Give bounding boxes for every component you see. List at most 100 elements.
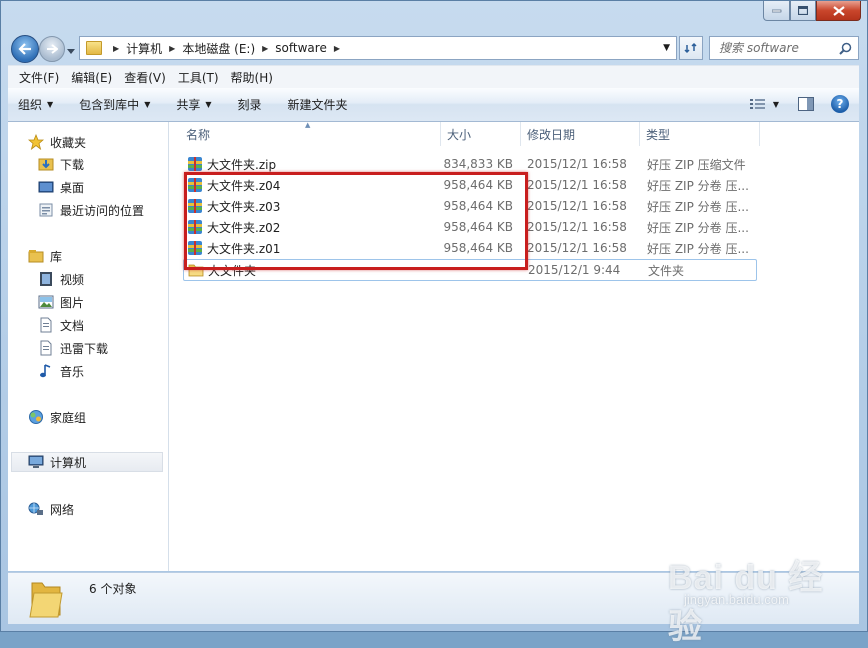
computer-icon — [28, 454, 44, 470]
nav-pictures[interactable]: 图片 — [38, 292, 84, 312]
navigation-pane: 收藏夹 下载 桌面 最近访问的位置 库 视频 图片 文档 迅雷下载 音乐 家庭组… — [8, 122, 169, 571]
include-in-library-button[interactable]: 包含到库中 ▼ — [79, 96, 150, 113]
command-bar: 组织 ▼ 包含到库中 ▼ 共享 ▼ 刻录 新建文件夹 ▼ ? — [8, 88, 859, 122]
file-name-cell: 大文件夹.z01 — [187, 238, 437, 258]
nav-network[interactable]: 网络 — [28, 499, 74, 519]
file-type: 好压 ZIP 分卷 压... — [647, 178, 749, 193]
chevron-right-icon[interactable]: ▶ — [169, 44, 175, 53]
menu-help[interactable]: 帮助(H) — [230, 67, 274, 88]
address-history-dropdown[interactable]: ▼ — [663, 43, 670, 53]
file-date: 2015/12/1 16:58 — [527, 241, 627, 255]
file-type: 文件夹 — [648, 263, 685, 278]
breadcrumb-computer[interactable]: 计算机 — [126, 40, 162, 57]
column-header-size[interactable]: 大小 — [441, 122, 521, 146]
organize-button[interactable]: 组织 ▼ — [18, 96, 53, 113]
file-date: 2015/12/1 16:58 — [527, 220, 627, 234]
table-row[interactable]: 大文件夹.z03 958,464 KB 2015/12/1 16:58 好压 Z… — [183, 196, 757, 216]
menu-view[interactable]: 查看(V) — [123, 67, 167, 88]
star-icon — [28, 134, 44, 150]
nav-desktop[interactable]: 桌面 — [38, 177, 84, 197]
nav-libraries[interactable]: 库 — [28, 246, 62, 266]
nav-pictures-label: 图片 — [60, 295, 85, 310]
table-row[interactable]: 大文件夹.z01 958,464 KB 2015/12/1 16:58 好压 Z… — [183, 238, 757, 258]
file-name-cell: 大文件夹.z02 — [187, 217, 437, 237]
file-name: 大文件夹.z01 — [207, 241, 281, 256]
close-button[interactable] — [816, 1, 861, 21]
chevron-right-icon[interactable]: ▶ — [113, 44, 119, 53]
file-type: 好压 ZIP 分卷 压... — [647, 241, 749, 256]
video-icon — [38, 271, 54, 287]
chevron-right-icon[interactable]: ▶ — [262, 44, 268, 53]
breadcrumb-software[interactable]: software — [275, 41, 327, 55]
table-row[interactable]: 大文件夹.z02 958,464 KB 2015/12/1 16:58 好压 Z… — [183, 217, 757, 237]
column-header-date[interactable]: 修改日期 — [521, 122, 640, 146]
menu-edit[interactable]: 编辑(E) — [70, 67, 113, 88]
file-name: 大文件夹.z02 — [207, 220, 281, 235]
burn-button[interactable]: 刻录 — [238, 96, 262, 113]
column-header-type[interactable]: 类型 — [640, 122, 760, 146]
nav-network-label: 网络 — [50, 502, 75, 517]
archive-icon — [188, 220, 202, 234]
nav-videos[interactable]: 视频 — [38, 269, 84, 289]
menu-tools[interactable]: 工具(T) — [177, 67, 220, 88]
minimize-button[interactable] — [763, 1, 790, 21]
archive-icon — [188, 157, 202, 171]
chevron-right-icon[interactable]: ▶ — [334, 44, 340, 53]
back-button[interactable] — [11, 35, 39, 63]
nav-music[interactable]: 音乐 — [38, 361, 84, 381]
nav-downloads[interactable]: 下载 — [38, 154, 84, 174]
column-header-name[interactable]: 名称 — [169, 122, 441, 146]
nav-computer-label: 计算机 — [50, 455, 87, 470]
table-row[interactable]: 大文件夹.z04 958,464 KB 2015/12/1 16:58 好压 Z… — [183, 175, 757, 195]
file-date: 2015/12/1 16:58 — [527, 157, 627, 171]
column-header-type-label: 类型 — [646, 127, 671, 142]
breadcrumb-local-disk[interactable]: 本地磁盘 (E:) — [182, 40, 255, 57]
nav-downloads-label: 下载 — [60, 157, 85, 172]
address-bar[interactable]: ▶ 计算机 ▶ 本地磁盘 (E:) ▶ software ▶ ▼ — [79, 36, 677, 60]
maximize-button[interactable] — [790, 1, 816, 21]
file-name: 大文件夹.zip — [207, 157, 277, 172]
share-button[interactable]: 共享 ▼ — [176, 96, 211, 113]
new-folder-label: 新建文件夹 — [287, 98, 348, 112]
help-button[interactable]: ? — [831, 95, 849, 113]
menu-file[interactable]: 文件(F) — [18, 67, 60, 88]
include-in-library-label: 包含到库中 — [79, 98, 140, 112]
file-name: 大文件夹 — [208, 263, 257, 278]
table-row[interactable]: 大文件夹.zip 834,833 KB 2015/12/1 16:58 好压 Z… — [183, 154, 757, 174]
view-options-dropdown[interactable]: ▼ — [773, 100, 779, 109]
nav-music-label: 音乐 — [60, 364, 85, 379]
table-row[interactable]: 大文件夹 2015/12/1 9:44 文件夹 — [183, 259, 757, 281]
search-box — [709, 36, 859, 60]
nav-homegroup[interactable]: 家庭组 — [28, 407, 86, 427]
item-count: 6 个对象 — [89, 582, 137, 596]
close-icon — [832, 5, 845, 16]
change-view-button[interactable] — [747, 94, 769, 114]
document-icon — [38, 340, 54, 356]
nav-videos-label: 视频 — [60, 272, 85, 287]
file-size — [434, 260, 514, 280]
preview-pane-button[interactable] — [795, 94, 817, 114]
arrow-left-icon — [18, 43, 31, 55]
burn-label: 刻录 — [237, 98, 262, 112]
library-icon — [28, 248, 44, 264]
nav-favorites[interactable]: 收藏夹 — [28, 132, 86, 152]
forward-button[interactable] — [39, 36, 65, 62]
file-name: 大文件夹.z03 — [207, 199, 281, 214]
file-size: 958,464 KB — [443, 241, 513, 255]
nav-thunder-downloads[interactable]: 迅雷下载 — [38, 338, 108, 358]
nav-recent-places[interactable]: 最近访问的位置 — [38, 200, 144, 220]
new-folder-button[interactable]: 新建文件夹 — [288, 96, 348, 113]
nav-recent-places-label: 最近访问的位置 — [60, 203, 145, 218]
nav-computer[interactable]: 计算机 — [11, 452, 163, 472]
file-type: 好压 ZIP 压缩文件 — [647, 157, 746, 172]
folder-icon — [86, 41, 102, 55]
picture-icon — [38, 294, 54, 310]
refresh-button[interactable] — [679, 36, 703, 60]
file-type: 好压 ZIP 分卷 压... — [647, 220, 749, 235]
file-name-cell: 大文件夹.zip — [187, 154, 437, 174]
recent-pages-dropdown[interactable] — [67, 43, 75, 57]
search-input[interactable] — [717, 40, 839, 56]
homegroup-icon — [28, 409, 44, 425]
nav-documents[interactable]: 文档 — [38, 315, 84, 335]
search-icon[interactable] — [839, 42, 852, 55]
